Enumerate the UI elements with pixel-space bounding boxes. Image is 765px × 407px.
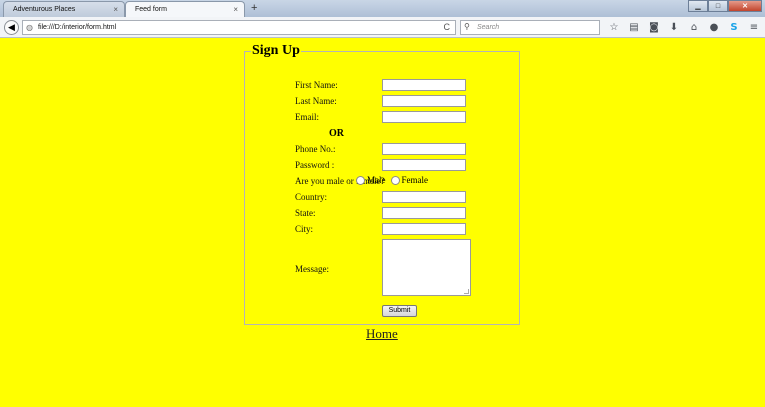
email-label: Email:: [295, 112, 319, 122]
state-input[interactable]: [382, 207, 466, 219]
home-icon[interactable]: ⌂: [684, 20, 704, 35]
browser-titlebar: Adventurous Places × Feed form × + ▁ □ ✕: [0, 0, 765, 17]
country-input[interactable]: [382, 191, 466, 203]
toolbar-icons: ☆ ▤ ◙ ⬇ ⌂ ● S ≡: [604, 20, 764, 35]
search-input[interactable]: ⚲ Search: [460, 20, 600, 35]
state-label: State:: [295, 208, 316, 218]
female-label: Female: [401, 175, 429, 185]
globe-icon: ◍: [26, 23, 33, 32]
country-label: Country:: [295, 192, 328, 202]
home-link[interactable]: Home: [366, 326, 398, 342]
phone-label: Phone No.:: [295, 144, 336, 154]
email-input[interactable]: [382, 111, 466, 123]
reader-icon[interactable]: ▤: [624, 20, 644, 35]
chat-icon[interactable]: ●: [704, 20, 724, 35]
submit-button[interactable]: Submit: [382, 305, 417, 317]
gender-radio-group: Male Female: [356, 175, 428, 185]
minimize-button[interactable]: ▁: [688, 0, 708, 12]
or-separator: OR: [329, 128, 344, 139]
star-icon[interactable]: ☆: [604, 20, 624, 35]
close-icon[interactable]: ×: [113, 5, 118, 14]
new-tab-button[interactable]: +: [251, 2, 257, 14]
navigation-toolbar: ◀ ◍ file:///D:/interior/form.html C ⚲ Se…: [0, 17, 765, 38]
first-name-input[interactable]: [382, 79, 466, 91]
maximize-button[interactable]: □: [708, 0, 728, 12]
message-textarea[interactable]: [382, 239, 471, 296]
last-name-input[interactable]: [382, 95, 466, 107]
last-name-label: Last Name:: [295, 96, 337, 106]
close-window-button[interactable]: ✕: [728, 0, 762, 12]
city-label: City:: [295, 224, 314, 234]
male-radio[interactable]: [356, 175, 365, 185]
male-label: Male: [367, 175, 386, 185]
reload-icon[interactable]: C: [444, 22, 451, 32]
female-radio[interactable]: [390, 175, 400, 185]
download-icon[interactable]: ⬇: [664, 20, 684, 35]
back-button[interactable]: ◀: [4, 20, 19, 35]
signup-fieldset: Sign Up First Name: Last Name: Email: OR…: [244, 44, 520, 325]
signup-legend: Sign Up: [252, 43, 300, 58]
pocket-icon[interactable]: ◙: [644, 20, 664, 35]
password-input[interactable]: [382, 159, 466, 171]
window-controls: ▁ □ ✕: [688, 0, 762, 12]
address-bar[interactable]: ◍ file:///D:/interior/form.html C: [22, 20, 456, 35]
tab-label: Feed form: [135, 6, 167, 13]
search-placeholder: Search: [477, 24, 500, 31]
close-icon[interactable]: ×: [233, 5, 238, 14]
message-label: Message:: [295, 264, 329, 274]
phone-input[interactable]: [382, 143, 466, 155]
skype-icon[interactable]: S: [724, 20, 744, 35]
search-icon: ⚲: [464, 22, 470, 31]
first-name-label: First Name:: [295, 80, 338, 90]
tab-label: Adventurous Places: [13, 6, 76, 13]
url-text: file:///D:/interior/form.html: [38, 24, 117, 31]
password-label: Password :: [295, 160, 335, 170]
menu-icon[interactable]: ≡: [744, 20, 764, 35]
city-input[interactable]: [382, 223, 466, 235]
tab-feed-form[interactable]: Feed form ×: [125, 1, 245, 17]
tab-adventurous-places[interactable]: Adventurous Places ×: [3, 1, 125, 17]
